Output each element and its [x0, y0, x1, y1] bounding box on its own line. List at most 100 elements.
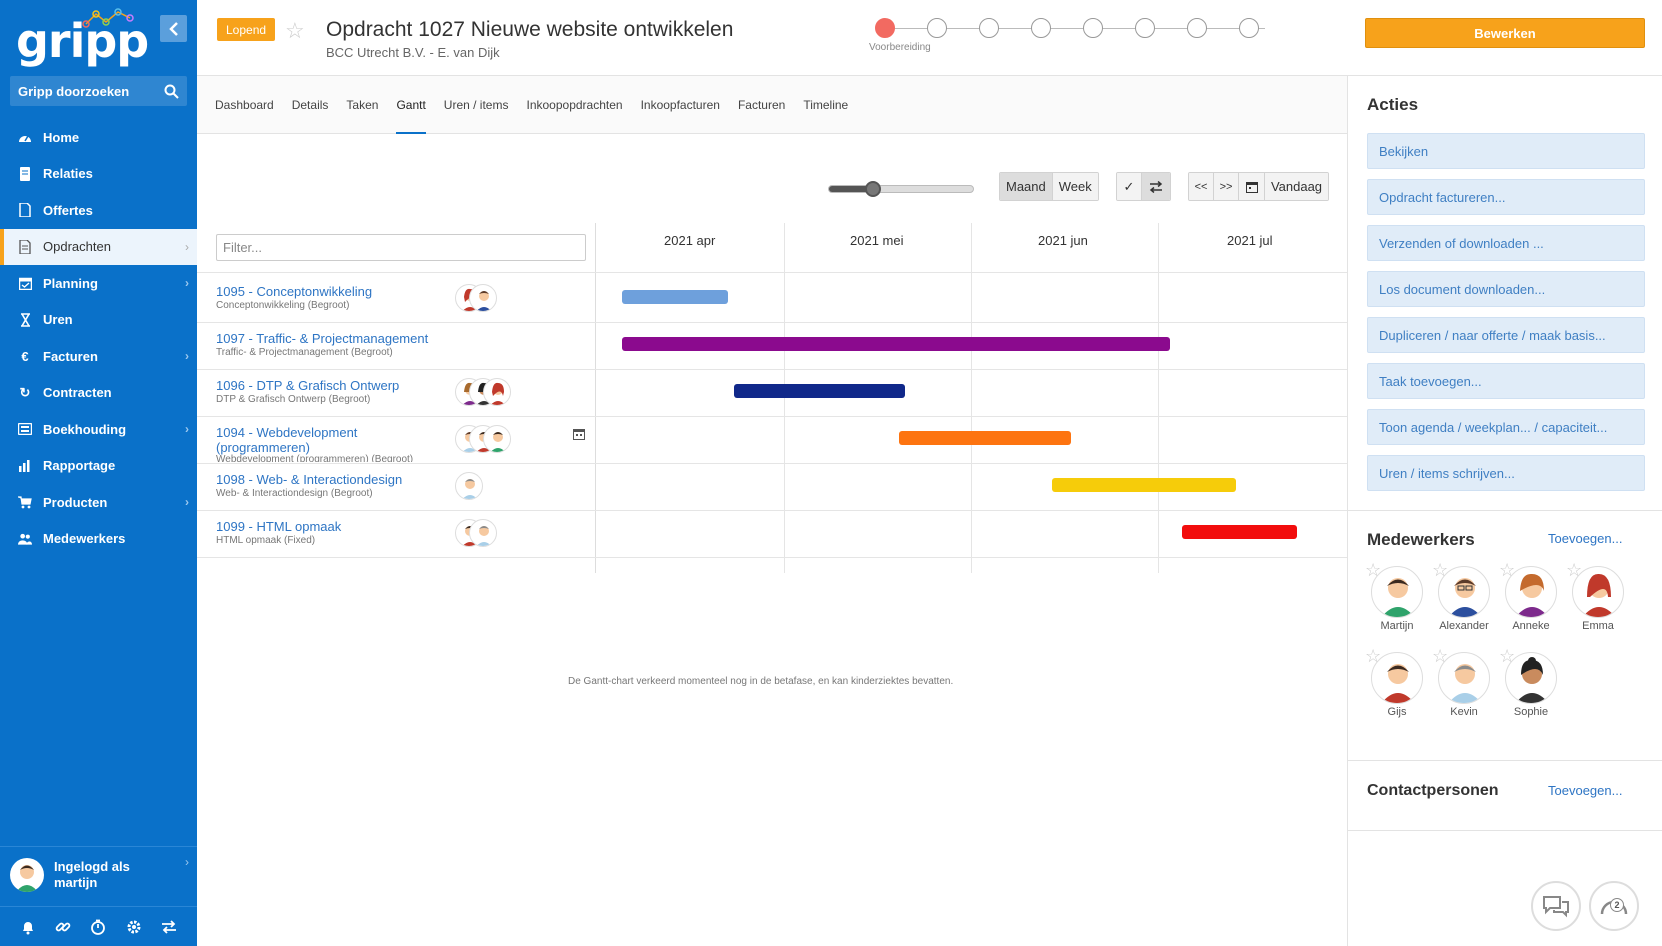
today-button[interactable]: Vandaag	[1265, 173, 1328, 200]
nav-item-boekhouding[interactable]: Boekhouding ›	[0, 411, 197, 448]
nav-item-opdrachten[interactable]: Opdrachten ›	[0, 228, 197, 265]
nav-item-uren[interactable]: Uren	[0, 302, 197, 339]
switch-icon[interactable]	[159, 917, 179, 937]
nav-label: Opdrachten	[43, 239, 111, 255]
chevron-right-icon: ›	[185, 855, 189, 869]
avatar[interactable]	[483, 378, 511, 406]
check-icon[interactable]: ✓	[1117, 173, 1142, 200]
gear-icon[interactable]	[124, 917, 144, 937]
zoom-slider[interactable]	[828, 181, 974, 197]
star-icon[interactable]: ☆	[1432, 646, 1448, 667]
action-duplicate[interactable]: Dupliceren / naar offerte / maak basis..…	[1367, 317, 1645, 353]
employee-card[interactable]: ☆ Emma	[1566, 560, 1628, 632]
chevron-right-icon: ›	[185, 422, 189, 437]
star-icon[interactable]: ☆	[285, 18, 305, 44]
week-view-button[interactable]: Week	[1052, 173, 1098, 200]
nav-item-rapportage[interactable]: Rapportage	[0, 448, 197, 485]
employee-card[interactable]: ☆ Sophie	[1499, 646, 1561, 718]
gauge-icon	[18, 130, 32, 144]
tab-timeline[interactable]: Timeline	[803, 76, 848, 134]
prev-button[interactable]: <<	[1189, 173, 1214, 200]
star-icon[interactable]: ☆	[1566, 560, 1582, 581]
employee-card[interactable]: ☆ Gijs	[1365, 646, 1427, 718]
star-icon[interactable]: ☆	[1432, 560, 1448, 581]
employees-title: Medewerkers	[1367, 530, 1475, 549]
timer-icon[interactable]	[88, 917, 108, 937]
nav-item-offertes[interactable]: Offertes	[0, 192, 197, 229]
nav-item-relaties[interactable]: Relaties	[0, 156, 197, 193]
add-contact-link[interactable]: Toevoegen...	[1548, 783, 1622, 798]
status-badge[interactable]: Lopend	[217, 18, 276, 41]
nav-item-contracten[interactable]: ↻ Contracten	[0, 375, 197, 412]
tab-inkoopopdrachten[interactable]: Inkoopopdrachten	[526, 76, 622, 134]
star-icon[interactable]: ☆	[1365, 560, 1381, 581]
filter-input[interactable]	[216, 234, 586, 261]
calendar-icon	[18, 276, 32, 290]
task-link[interactable]: 1094 - Webdevelopment (programmeren)	[216, 425, 396, 455]
action-view[interactable]: Bekijken	[1367, 133, 1645, 169]
calendar-icon[interactable]	[573, 428, 585, 440]
logged-in-user[interactable]: Ingelogd als martijn ›	[0, 846, 197, 902]
phase-step-2[interactable]	[927, 18, 947, 38]
add-employee-link[interactable]: Toevoegen...	[1548, 531, 1622, 546]
action-send-download[interactable]: Verzenden of downloaden ...	[1367, 225, 1645, 261]
link-icon[interactable]	[53, 917, 73, 937]
employee-card[interactable]: ☆ Kevin	[1432, 646, 1494, 718]
nav-label: Producten	[43, 494, 108, 510]
task-link[interactable]: 1096 - DTP & Grafisch Ontwerp	[216, 378, 446, 393]
employee-card[interactable]: ☆ Alexander	[1432, 560, 1494, 632]
task-link[interactable]: 1098 - Web- & Interactiondesign	[216, 472, 446, 487]
task-link[interactable]: 1095 - Conceptonwikkeling	[216, 284, 446, 299]
search-input[interactable]: Gripp doorzoeken	[10, 76, 187, 106]
action-add-task[interactable]: Taak toevoegen...	[1367, 363, 1645, 399]
action-show-agenda[interactable]: Toon agenda / weekplan... / capaciteit..…	[1367, 409, 1645, 445]
calendar-icon[interactable]	[1239, 173, 1265, 200]
notification-count: 2	[1610, 898, 1624, 912]
tab-inkoopfacturen[interactable]: Inkoopfacturen	[641, 76, 720, 134]
nav-item-home[interactable]: Home	[0, 119, 197, 156]
action-invoice[interactable]: Opdracht factureren...	[1367, 179, 1645, 215]
phase-step-3[interactable]	[979, 18, 999, 38]
month-view-button[interactable]: Maand	[1000, 173, 1053, 200]
next-button[interactable]: >>	[1214, 173, 1239, 200]
user-name: martijn	[54, 874, 98, 890]
phase-step-4[interactable]	[1031, 18, 1051, 38]
action-download-document[interactable]: Los document downloaden...	[1367, 271, 1645, 307]
notifications-button[interactable]: 2	[1589, 881, 1639, 931]
phase-step-8[interactable]	[1239, 18, 1259, 38]
tab-uren-items[interactable]: Uren / items	[444, 76, 509, 134]
nav-item-facturen[interactable]: € Facturen ›	[0, 338, 197, 375]
chat-button[interactable]	[1531, 881, 1581, 931]
star-icon[interactable]: ☆	[1499, 646, 1515, 667]
tab-facturen[interactable]: Facturen	[738, 76, 785, 134]
tab-gantt[interactable]: Gantt	[396, 76, 427, 134]
zoom-slider-handle[interactable]	[864, 181, 881, 197]
tab-dashboard[interactable]: Dashboard	[215, 76, 274, 134]
star-icon[interactable]: ☆	[1499, 560, 1515, 581]
collapse-sidebar-button[interactable]	[160, 15, 187, 42]
employee-card[interactable]: ☆ Anneke	[1499, 560, 1561, 632]
action-write-hours[interactable]: Uren / items schrijven...	[1367, 455, 1645, 491]
edit-button[interactable]: Bewerken	[1365, 18, 1645, 48]
avatar[interactable]	[455, 472, 483, 500]
swap-icon[interactable]	[1142, 173, 1170, 200]
phase-step-5[interactable]	[1083, 18, 1103, 38]
avatar[interactable]	[469, 284, 497, 312]
employee-name: Emma	[1582, 620, 1614, 632]
tab-details[interactable]: Details	[292, 76, 329, 134]
phase-step-1[interactable]: Voorbereiding	[869, 18, 931, 53]
bell-icon[interactable]	[18, 917, 38, 937]
star-icon[interactable]: ☆	[1365, 646, 1381, 667]
phase-step-7[interactable]	[1187, 18, 1207, 38]
task-link[interactable]: 1097 - Traffic- & Projectmanagement	[216, 331, 446, 346]
tab-taken[interactable]: Taken	[346, 76, 378, 134]
phase-step-6[interactable]	[1135, 18, 1155, 38]
nav-item-producten[interactable]: Producten ›	[0, 484, 197, 521]
task-assignees	[455, 519, 497, 547]
nav-item-medewerkers[interactable]: Medewerkers	[0, 521, 197, 558]
employee-card[interactable]: ☆ Martijn	[1365, 560, 1427, 632]
task-link[interactable]: 1099 - HTML opmaak	[216, 519, 446, 534]
nav-item-planning[interactable]: Planning ›	[0, 265, 197, 302]
avatar[interactable]	[469, 519, 497, 547]
avatar[interactable]	[483, 425, 511, 453]
